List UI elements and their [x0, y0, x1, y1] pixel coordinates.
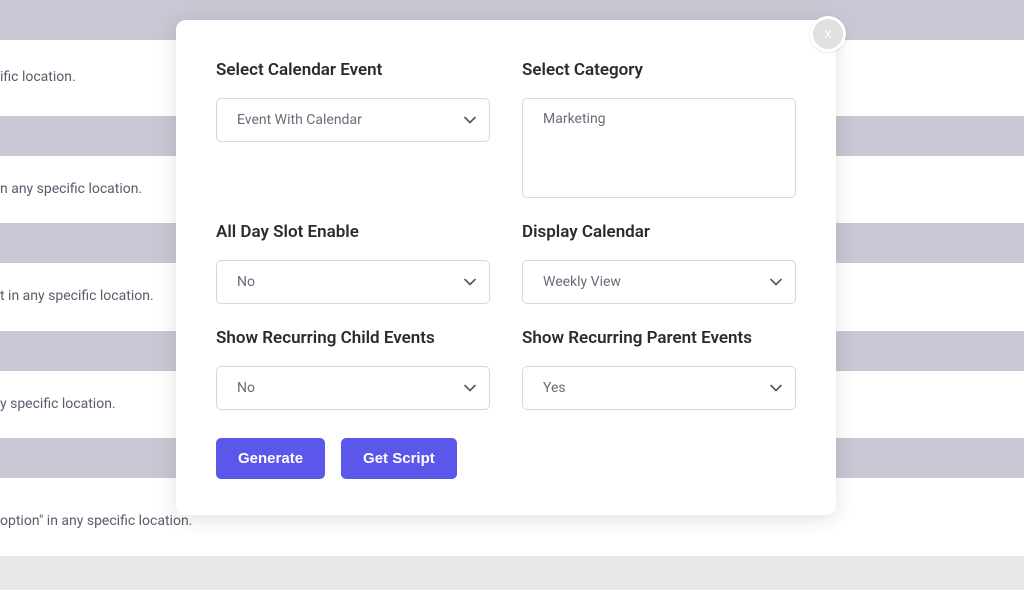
select-value: Yes — [543, 380, 566, 396]
label-category: Select Category — [522, 60, 796, 80]
field-display-calendar: Display Calendar Weekly View — [522, 222, 796, 304]
select-calendar-event[interactable]: Event With Calendar — [216, 98, 490, 142]
label-recurring-child: Show Recurring Child Events — [216, 328, 490, 348]
field-calendar-event: Select Calendar Event Event With Calenda… — [216, 60, 490, 152]
generate-button[interactable]: Generate — [216, 438, 325, 479]
multiselect-value: Marketing — [543, 111, 606, 127]
select-recurring-parent[interactable]: Yes — [522, 366, 796, 410]
select-recurring-child[interactable]: No — [216, 366, 490, 410]
label-recurring-parent: Show Recurring Parent Events — [522, 328, 796, 348]
select-display-calendar[interactable]: Weekly View — [522, 260, 796, 304]
close-button[interactable]: x — [810, 16, 846, 52]
field-recurring-parent: Show Recurring Parent Events Yes — [522, 328, 796, 410]
field-category: Select Category Marketing — [522, 60, 796, 198]
label-display-calendar: Display Calendar — [522, 222, 796, 242]
label-all-day-slot: All Day Slot Enable — [216, 222, 490, 242]
select-value: No — [237, 380, 255, 396]
multiselect-category[interactable]: Marketing — [522, 98, 796, 198]
select-all-day-slot[interactable]: No — [216, 260, 490, 304]
shortcode-modal: x Select Calendar Event Event With Calen… — [176, 20, 836, 515]
label-calendar-event: Select Calendar Event — [216, 60, 490, 80]
modal-overlay: x Select Calendar Event Event With Calen… — [0, 0, 1024, 590]
select-value: Weekly View — [543, 274, 621, 290]
modal-button-row: Generate Get Script — [216, 438, 796, 479]
get-script-button[interactable]: Get Script — [341, 438, 457, 479]
select-value: Event With Calendar — [237, 112, 362, 128]
field-recurring-child: Show Recurring Child Events No — [216, 328, 490, 410]
close-icon: x — [825, 26, 832, 40]
select-value: No — [237, 274, 255, 290]
field-all-day-slot: All Day Slot Enable No — [216, 222, 490, 304]
